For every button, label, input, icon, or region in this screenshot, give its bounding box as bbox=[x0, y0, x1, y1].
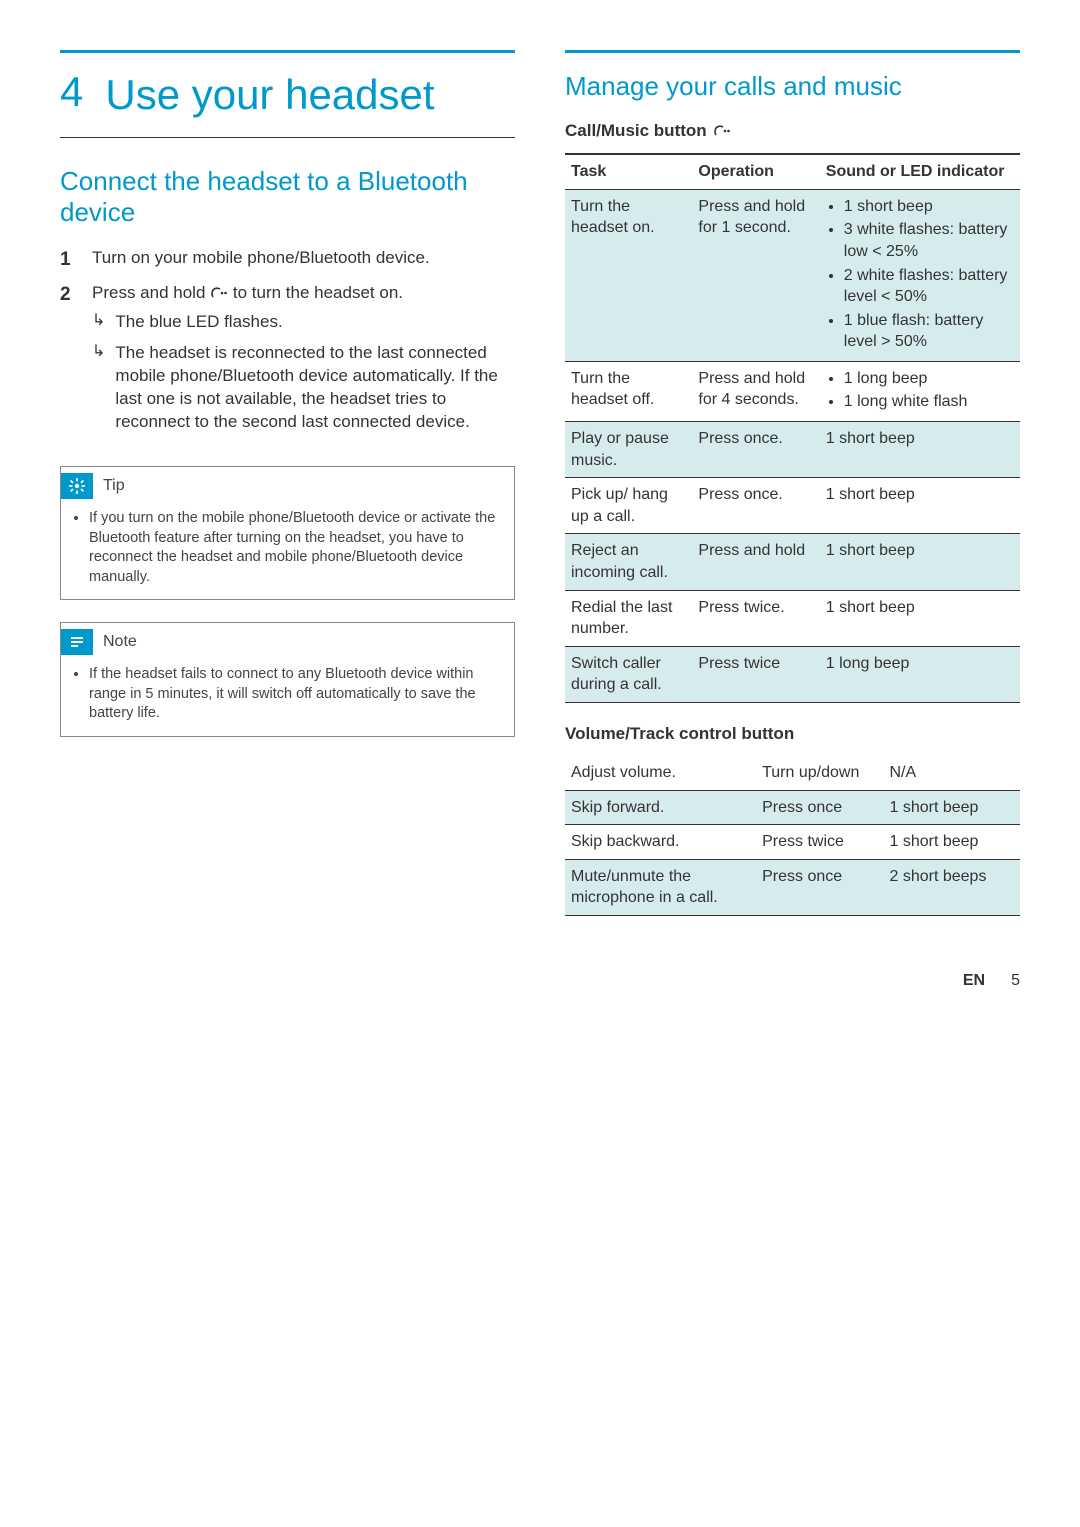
cell-indicator: 1 short beep bbox=[883, 825, 1020, 860]
step-1-text: Turn on your mobile phone/Bluetooth devi… bbox=[92, 247, 430, 273]
cell-operation: Press once bbox=[756, 790, 883, 825]
table-row: Adjust volume.Turn up/downN/A bbox=[565, 756, 1020, 790]
cell-operation: Press and hold for 1 second. bbox=[692, 189, 819, 361]
cell-indicator: 1 short beep bbox=[883, 790, 1020, 825]
cell-operation: Press once bbox=[756, 859, 883, 915]
thin-rule bbox=[60, 137, 515, 138]
cell-indicator: N/A bbox=[883, 756, 1020, 790]
cell-operation: Press twice. bbox=[692, 590, 819, 646]
cell-indicator: 1 short beep3 white flashes: battery low… bbox=[820, 189, 1020, 361]
table-row: Redial the last number.Press twice.1 sho… bbox=[565, 590, 1020, 646]
indicator-bullet: 1 short beep bbox=[844, 196, 1014, 218]
step-2-result-2: ↳ The headset is reconnected to the last… bbox=[92, 342, 515, 434]
table-row: Play or pause music.Press once.1 short b… bbox=[565, 422, 1020, 478]
cell-task: Turn the headset off. bbox=[565, 361, 692, 421]
chapter-heading: 4 Use your headset bbox=[60, 71, 515, 119]
cell-task: Play or pause music. bbox=[565, 422, 692, 478]
call-music-button-icon bbox=[210, 283, 233, 302]
cell-operation: Press twice bbox=[692, 646, 819, 702]
cell-operation: Press and hold for 4 seconds. bbox=[692, 361, 819, 421]
chapter-number: 4 bbox=[60, 71, 83, 113]
footer-language: EN bbox=[963, 970, 985, 992]
cell-indicator: 1 short beep bbox=[820, 534, 1020, 590]
subsection-call-music: Call/Music button bbox=[565, 120, 1020, 143]
step-2-text-b: to turn the headset on. bbox=[233, 283, 403, 302]
note-text: If the headset fails to connect to any B… bbox=[89, 665, 500, 724]
cell-indicator: 1 long beep bbox=[820, 646, 1020, 702]
section-connect-heading: Connect the headset to a Bluetooth devic… bbox=[60, 166, 515, 228]
cell-indicator: 1 short beep bbox=[820, 422, 1020, 478]
subsection-volume-track-label: Volume/Track control button bbox=[565, 723, 794, 746]
note-callout: Note If the headset fails to connect to … bbox=[60, 622, 515, 737]
cell-operation: Press once. bbox=[692, 422, 819, 478]
table-row: Pick up/ hang up a call.Press once.1 sho… bbox=[565, 478, 1020, 534]
tip-label: Tip bbox=[103, 475, 125, 497]
cell-task: Mute/unmute the microphone in a call. bbox=[565, 859, 756, 915]
table-row: Turn the headset off.Press and hold for … bbox=[565, 361, 1020, 421]
cell-indicator: 1 short beep bbox=[820, 478, 1020, 534]
cell-task: Pick up/ hang up a call. bbox=[565, 478, 692, 534]
footer-page-number: 5 bbox=[1011, 970, 1020, 992]
subsection-volume-track: Volume/Track control button bbox=[565, 723, 1020, 746]
note-icon bbox=[61, 629, 93, 655]
step-1: Turn on your mobile phone/Bluetooth devi… bbox=[60, 247, 515, 273]
th-task: Task bbox=[565, 154, 692, 189]
cell-task: Reject an incoming call. bbox=[565, 534, 692, 590]
cell-indicator: 1 long beep1 long white flash bbox=[820, 361, 1020, 421]
indicator-bullet: 2 white flashes: battery level < 50% bbox=[844, 265, 1014, 308]
cell-operation: Turn up/down bbox=[756, 756, 883, 790]
subsection-call-music-label: Call/Music button bbox=[565, 120, 707, 143]
step-2-result-1-text: The blue LED flashes. bbox=[115, 311, 282, 334]
left-column: 4 Use your headset Connect the headset t… bbox=[60, 50, 515, 936]
cell-task: Turn the headset on. bbox=[565, 189, 692, 361]
chapter-title: Use your headset bbox=[105, 71, 434, 119]
indicator-bullet: 1 long beep bbox=[844, 368, 1014, 390]
top-rule bbox=[60, 50, 515, 53]
cell-task: Skip backward. bbox=[565, 825, 756, 860]
cell-operation: Press and hold bbox=[692, 534, 819, 590]
tip-text: If you turn on the mobile phone/Bluetoot… bbox=[89, 509, 500, 587]
indicator-bullet: 1 long white flash bbox=[844, 391, 1014, 413]
volume-track-table: Adjust volume.Turn up/downN/ASkip forwar… bbox=[565, 756, 1020, 916]
indicator-bullet: 3 white flashes: battery low < 25% bbox=[844, 219, 1014, 262]
table-row: Skip backward.Press twice1 short beep bbox=[565, 825, 1020, 860]
cell-task: Switch caller during a call. bbox=[565, 646, 692, 702]
table-row: Switch caller during a call.Press twice1… bbox=[565, 646, 1020, 702]
cell-indicator: 2 short beeps bbox=[883, 859, 1020, 915]
table-row: Skip forward.Press once1 short beep bbox=[565, 790, 1020, 825]
call-music-table: Task Operation Sound or LED indicator Tu… bbox=[565, 153, 1020, 703]
steps-list: Turn on your mobile phone/Bluetooth devi… bbox=[60, 247, 515, 442]
cell-operation: Press once. bbox=[692, 478, 819, 534]
table-row: Reject an incoming call.Press and hold1 … bbox=[565, 534, 1020, 590]
result-arrow-icon: ↳ bbox=[92, 342, 105, 434]
step-2-result-1: ↳ The blue LED flashes. bbox=[92, 311, 515, 334]
cell-indicator: 1 short beep bbox=[820, 590, 1020, 646]
step-2: Press and hold to turn the headset on. ↳… bbox=[60, 282, 515, 442]
note-label: Note bbox=[103, 631, 137, 653]
call-music-button-icon bbox=[713, 120, 731, 143]
tip-icon bbox=[61, 473, 93, 499]
top-rule bbox=[565, 50, 1020, 53]
right-column: Manage your calls and music Call/Music b… bbox=[565, 50, 1020, 936]
result-arrow-icon: ↳ bbox=[92, 311, 105, 334]
table-row: Mute/unmute the microphone in a call.Pre… bbox=[565, 859, 1020, 915]
tip-callout: Tip If you turn on the mobile phone/Blue… bbox=[60, 466, 515, 600]
step-2-result-2-text: The headset is reconnected to the last c… bbox=[115, 342, 515, 434]
cell-task: Adjust volume. bbox=[565, 756, 756, 790]
th-indicator: Sound or LED indicator bbox=[820, 154, 1020, 189]
step-2-text-a: Press and hold bbox=[92, 283, 210, 302]
cell-task: Redial the last number. bbox=[565, 590, 692, 646]
cell-task: Skip forward. bbox=[565, 790, 756, 825]
th-operation: Operation bbox=[692, 154, 819, 189]
page-footer: EN 5 bbox=[60, 970, 1020, 992]
cell-operation: Press twice bbox=[756, 825, 883, 860]
section-manage-heading: Manage your calls and music bbox=[565, 71, 1020, 102]
table-row: Turn the headset on.Press and hold for 1… bbox=[565, 189, 1020, 361]
indicator-bullet: 1 blue flash: battery level > 50% bbox=[844, 310, 1014, 353]
